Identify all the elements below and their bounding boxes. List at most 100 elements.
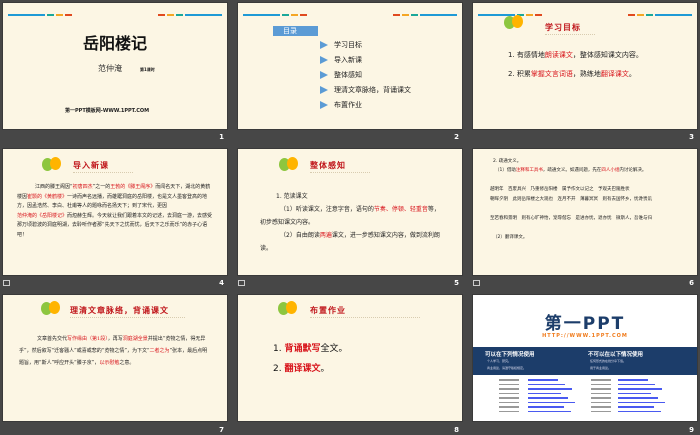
- leaf-logo-icon: [278, 301, 298, 315]
- link-mark[interactable]: [528, 383, 565, 385]
- link-mark[interactable]: [528, 406, 564, 408]
- link-mark[interactable]: [528, 379, 558, 381]
- link-label-mark: [591, 388, 611, 390]
- brand-logo: 第一PPT: [544, 314, 626, 334]
- toc-item-label: 导入新课: [334, 56, 362, 64]
- link-label-mark: [591, 401, 611, 403]
- transition-icon[interactable]: [238, 280, 245, 286]
- slide-thumbnail-1[interactable]: 岳阳楼记 范仲淹 第1课时 第一PPT模板网-WWW.1PPT.COM: [3, 3, 227, 129]
- toc-title: 目录: [273, 26, 318, 36]
- usage-banner: 可以在下列情况使用 个人学习、研究。 商业用途，请遵守版权规定。 不可以在以下情…: [473, 347, 697, 375]
- link-label-mark: [591, 379, 611, 381]
- link-label-mark: [591, 397, 611, 399]
- link-mark[interactable]: [618, 392, 651, 394]
- homework-2: 2. 翻译课文。: [273, 364, 330, 374]
- slide-number: 3: [689, 133, 694, 141]
- link-mark[interactable]: [528, 388, 572, 390]
- slide-heading: 布置作业: [310, 305, 420, 318]
- slide-heading: 理清文章脉络，背诵课文: [70, 305, 185, 318]
- link-mark[interactable]: [618, 401, 665, 403]
- structure-paragraph: 文章首先交代写作缘由（第1段），再写洞庭湖全景并提出“览物之情，得无异乎”，然后…: [19, 336, 208, 366]
- link-mark[interactable]: [618, 406, 654, 408]
- link-mark[interactable]: [618, 383, 655, 385]
- intro-paragraph: 江西的滕王阁因“初唐四杰”之一的王勃的《滕王阁序》而闻名天下，湖北的黄鹤楼因崔颢…: [17, 184, 213, 238]
- toc-item-label: 理清文章脉络，背诵课文: [334, 86, 411, 94]
- phrase-list-1: 越明年 百废具兴 乃重修岳阳楼 属予作文以记之 予观夫巴陵胜状: [490, 187, 630, 192]
- author: 范仲淹: [98, 64, 122, 73]
- link-mark[interactable]: [618, 388, 662, 390]
- toc-item-1[interactable]: 学习目标: [320, 40, 362, 50]
- toc-item-3[interactable]: 整体感知: [320, 70, 362, 80]
- slide-thumbnail-9[interactable]: 第一PPT HTTP://WWW.1PPT.COM 可以在下列情况使用 个人学习…: [473, 295, 697, 421]
- link-label-mark: [499, 392, 519, 394]
- link-mark[interactable]: [528, 410, 571, 412]
- triangle-bullet-icon: [320, 56, 328, 64]
- decor-bars-right: [158, 14, 222, 16]
- link-mark[interactable]: [618, 397, 658, 399]
- toc-item-label: 布置作业: [334, 101, 362, 109]
- link-label-mark: [591, 410, 611, 412]
- toc-item-4[interactable]: 理清文章脉络，背诵课文: [320, 85, 411, 95]
- triangle-bullet-icon: [320, 101, 328, 109]
- link-label-mark: [499, 379, 519, 381]
- link-label-mark: [499, 401, 519, 403]
- toc-item-label: 学习目标: [334, 41, 362, 49]
- cannot-use-item: 任何形式的在线分享下载。: [590, 359, 627, 363]
- link-mark[interactable]: [618, 410, 661, 412]
- slide-heading: 导入新课: [73, 160, 133, 173]
- cannot-use-heading: 不可以在以下情况使用: [588, 352, 644, 358]
- slide-number: 9: [689, 426, 694, 434]
- decor-bars-left: [243, 14, 307, 16]
- triangle-bullet-icon: [320, 86, 328, 94]
- leaf-logo-icon: [42, 157, 62, 171]
- slide-number: 8: [454, 426, 459, 434]
- slide-thumbnail-6[interactable]: 2. 疏通文义。 （1）借助注释和工具书，疏通文义。如遇问题，先在四人小组内讨论…: [473, 149, 697, 275]
- toc-item-5[interactable]: 布置作业: [320, 100, 362, 110]
- link-mark[interactable]: [618, 379, 648, 381]
- can-use-item: 商业用途，请遵守版权规定。: [487, 366, 527, 370]
- footer-text: 第一PPT模板网-WWW.1PPT.COM: [65, 108, 150, 114]
- slide-thumbnail-7[interactable]: 理清文章脉络，背诵课文 文章首先交代写作缘由（第1段），再写洞庭湖全景并提出“览…: [3, 295, 227, 421]
- step-1-2: （2）自由朗读两遍课文，进一步感知课文内容，做到流利朗读。: [260, 232, 440, 252]
- phrase-list-2: 朝晖夕阴 此则岳阳楼之大观也 连月不开 薄暮冥冥 则有去国怀乡，忧谗畏讥: [490, 197, 652, 202]
- lesson-label: 第1课时: [140, 67, 155, 72]
- slide-number: 2: [454, 133, 459, 141]
- brand-url: HTTP://WWW.1PPT.COM: [542, 333, 628, 339]
- step-1-1: （1）听读课文，注意字音，语句的节奏、停顿、轻重音等，初步感知课文内容。: [260, 206, 440, 226]
- slide-thumbnail-5[interactable]: 整体感知 1. 范读课文 （1）听读课文，注意字音，语句的节奏、停顿、轻重音等，…: [238, 149, 462, 275]
- leaf-logo-icon: [41, 301, 61, 315]
- slide-thumbnail-2[interactable]: 目录 学习目标 导入新课 整体感知 理清文章脉络，背诵课文 布置作业: [238, 3, 462, 129]
- toc-item-2[interactable]: 导入新课: [320, 55, 362, 65]
- slide-thumbnail-4[interactable]: 导入新课 江西的滕王阁因“初唐四杰”之一的王勃的《滕王阁序》而闻名天下，湖北的黄…: [3, 149, 227, 275]
- slide-number: 1: [219, 133, 224, 141]
- objective-1: 1. 有感情地朗读课文，整体感知课文内容。: [508, 51, 643, 59]
- decor-bars-right: [628, 14, 692, 16]
- decor-bars-right: [393, 14, 457, 16]
- can-use-item: 个人学习、研究。: [487, 359, 512, 363]
- slide-number: 4: [219, 279, 224, 287]
- step-2-2: （2）翻译课文。: [493, 235, 528, 240]
- slide-number: 5: [454, 279, 459, 287]
- link-label-mark: [499, 397, 519, 399]
- link-label-mark: [499, 383, 519, 385]
- link-list: [473, 379, 697, 419]
- link-label-mark: [591, 406, 611, 408]
- link-mark[interactable]: [528, 392, 561, 394]
- link-label-mark: [499, 406, 519, 408]
- link-mark[interactable]: [528, 401, 575, 403]
- slide-number: 7: [219, 426, 224, 434]
- slide-thumbnail-8[interactable]: 布置作业 1. 背诵默写全文。 2. 翻译课文。: [238, 295, 462, 421]
- slide-number: 6: [689, 279, 694, 287]
- objective-2: 2. 积累掌握文言词语，熟练地翻译课文。: [508, 70, 636, 78]
- leaf-logo-icon: [279, 157, 299, 171]
- link-mark[interactable]: [528, 397, 568, 399]
- toc-item-label: 整体感知: [334, 71, 362, 79]
- slide-thumbnail-3[interactable]: 学习目标 1. 有感情地朗读课文，整体感知课文内容。 2. 积累掌握文言词语，熟…: [473, 3, 697, 129]
- transition-icon[interactable]: [3, 280, 10, 286]
- transition-icon[interactable]: [473, 280, 480, 286]
- link-label-mark: [591, 392, 611, 394]
- can-use-heading: 可以在下列情况使用: [485, 352, 535, 358]
- link-label-mark: [591, 383, 611, 385]
- step-2-1: （1）借助注释和工具书，疏通文义。如遇问题，先在四人小组内讨论解决。: [495, 168, 647, 173]
- homework-1: 1. 背诵默写全文。: [273, 344, 348, 354]
